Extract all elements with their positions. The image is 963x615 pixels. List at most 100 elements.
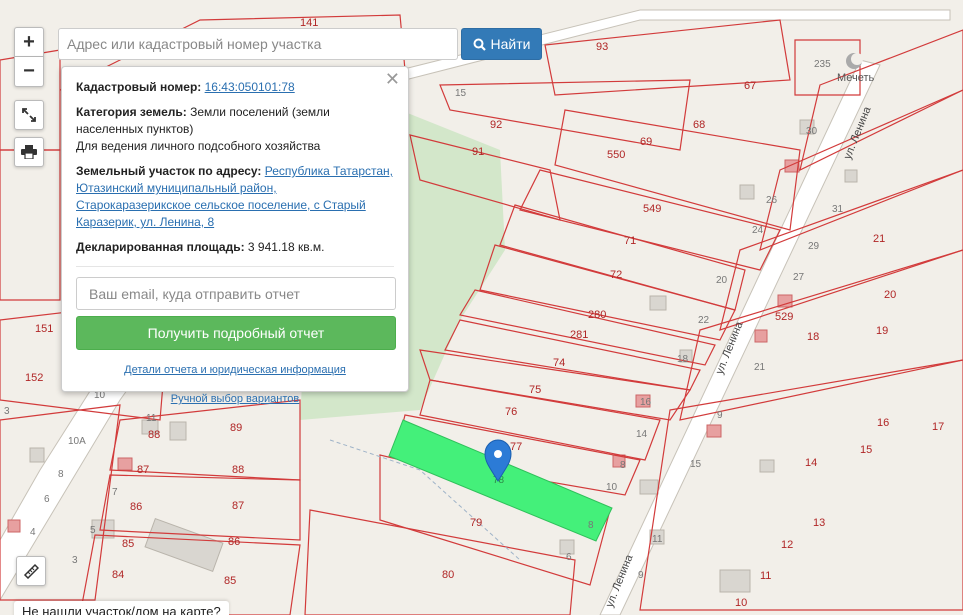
svg-text:281: 281 [570,329,588,341]
svg-text:76: 76 [505,406,517,418]
svg-text:15: 15 [690,459,702,470]
close-icon[interactable]: ✕ [385,70,400,88]
svg-text:79: 79 [470,517,482,529]
svg-text:529: 529 [775,311,793,323]
svg-text:77: 77 [510,441,522,453]
svg-text:6: 6 [566,552,572,563]
svg-text:10А: 10А [68,436,86,447]
cadastral-number-link[interactable]: 16:43:050101:78 [205,80,295,94]
svg-text:24: 24 [752,225,764,236]
svg-text:549: 549 [643,203,661,215]
svg-text:13: 13 [813,517,825,529]
svg-text:15: 15 [860,444,872,456]
fullscreen-button[interactable] [14,100,44,130]
svg-text:93: 93 [596,41,608,53]
minus-icon: − [23,60,35,82]
ruler-button[interactable] [16,556,46,586]
svg-text:88: 88 [232,464,244,476]
svg-text:92: 92 [490,119,502,131]
svg-text:4: 4 [30,527,36,538]
get-report-button[interactable]: Получить подробный отчет [76,316,396,350]
search-input[interactable] [58,28,458,60]
svg-text:10: 10 [606,482,618,493]
svg-text:152: 152 [25,372,43,384]
svg-text:72: 72 [610,269,622,281]
parcel-info-popup: ✕ Кадастровый номер: 16:43:050101:78 Кат… [61,66,409,405]
search-button-label: Найти [490,36,531,52]
svg-text:75: 75 [529,384,541,396]
svg-text:11: 11 [760,570,771,582]
mosque-label: Мечеть [837,72,875,84]
svg-text:22: 22 [698,315,710,326]
svg-text:71: 71 [624,235,636,247]
email-field[interactable] [76,277,396,310]
svg-text:7: 7 [112,487,118,498]
svg-text:3: 3 [72,555,78,566]
svg-text:14: 14 [636,429,648,440]
svg-text:9: 9 [717,410,723,421]
cadastral-number-label: Кадастровый номер: [76,80,202,94]
address-row: Земельный участок по адресу: Республика … [76,163,394,231]
svg-text:87: 87 [137,464,149,476]
svg-text:18: 18 [807,331,819,343]
svg-text:80: 80 [442,569,454,581]
svg-text:27: 27 [793,272,805,283]
svg-text:21: 21 [754,362,766,373]
printer-icon [21,145,37,159]
svg-text:20: 20 [716,275,728,286]
print-button[interactable] [14,137,44,167]
svg-text:67: 67 [744,80,756,92]
report-details-link[interactable]: Детали отчета и юридическая информация [76,362,394,379]
svg-text:85: 85 [122,538,134,550]
svg-text:8: 8 [620,460,626,471]
svg-text:3: 3 [4,406,10,417]
svg-text:21: 21 [873,233,885,245]
svg-text:6: 6 [44,494,50,505]
svg-text:15: 15 [455,88,467,99]
area-row: Декларированная площадь: 3 941.18 кв.м. [76,239,394,267]
svg-text:29: 29 [808,241,820,252]
zoom-in-button[interactable]: + [14,27,44,57]
svg-text:8: 8 [58,469,64,480]
svg-text:20: 20 [884,289,896,301]
svg-text:31: 31 [832,204,844,215]
svg-text:10: 10 [735,597,747,609]
svg-text:16: 16 [877,417,889,429]
svg-text:84: 84 [112,569,124,581]
svg-text:235: 235 [814,59,831,70]
plus-icon: + [23,30,35,53]
svg-text:8: 8 [588,520,594,531]
svg-text:11: 11 [146,413,157,424]
land-category-row: Категория земель: Земли поселений (земли… [76,104,394,155]
address-label: Земельный участок по адресу: [76,164,262,178]
zoom-out-button[interactable]: − [14,57,44,87]
not-found-prompt[interactable]: Не нашли участок/дом на карте? [14,601,229,615]
svg-text:68: 68 [693,119,705,131]
svg-text:69: 69 [640,136,652,148]
svg-text:14: 14 [805,457,817,469]
svg-text:550: 550 [607,149,625,161]
land-usage-value: Для ведения личного подсобного хозяйства [76,139,321,153]
svg-text:30: 30 [806,126,818,137]
search-icon [473,38,486,51]
area-value: 3 941.18 кв.м. [247,240,325,254]
search-button[interactable]: Найти [461,28,542,60]
manual-selection-link[interactable]: Ручной выбор вариантов [76,391,394,408]
svg-text:87: 87 [232,500,244,512]
svg-text:17: 17 [932,421,944,433]
cadastral-number-row: Кадастровый номер: 16:43:050101:78 [76,79,394,96]
svg-text:26: 26 [766,195,778,206]
svg-text:18: 18 [677,354,689,365]
svg-text:11: 11 [652,534,663,545]
svg-text:9: 9 [638,570,644,581]
svg-text:16: 16 [640,397,652,408]
ruler-icon [23,563,39,579]
svg-text:86: 86 [228,536,240,548]
svg-text:280: 280 [588,309,606,321]
expand-icon [22,108,36,122]
svg-text:89: 89 [230,422,242,434]
area-label: Декларированная площадь: [76,240,245,254]
svg-text:19: 19 [876,325,888,337]
svg-text:151: 151 [35,323,53,335]
svg-text:86: 86 [130,501,142,513]
